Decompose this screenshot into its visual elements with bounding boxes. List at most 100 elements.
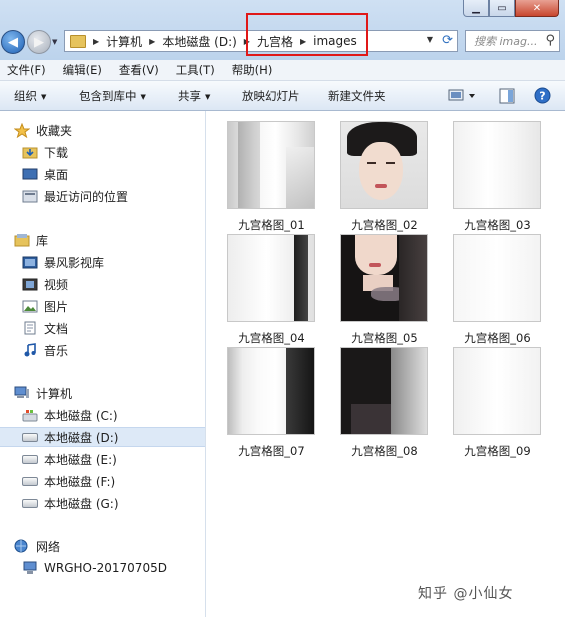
menu-help[interactable]: 帮助(H) — [232, 62, 273, 78]
image-thumbnail — [453, 234, 541, 322]
recent-places-icon — [22, 189, 38, 203]
svg-text:?: ? — [539, 90, 545, 103]
menu-edit[interactable]: 编辑(E) — [63, 62, 102, 78]
chevron-right-icon[interactable]: ▶ — [149, 37, 155, 46]
image-thumbnail — [340, 234, 428, 322]
search-input[interactable]: 搜索 imag... ⚲ — [465, 30, 560, 52]
image-thumbnail — [227, 121, 315, 209]
drive-icon — [22, 474, 38, 488]
sidebar-label: 本地磁盘 (G:) — [44, 496, 119, 511]
sidebar-label: 图片 — [44, 299, 69, 314]
search-icon[interactable]: ⚲ — [545, 33, 555, 48]
image-thumbnail — [453, 121, 541, 209]
sidebar-label: 视频 — [44, 277, 69, 292]
sidebar-item-desktop[interactable]: 桌面 — [22, 164, 227, 184]
minimize-button[interactable]: ▁ — [463, 0, 489, 17]
sidebar-label: 最近访问的位置 — [44, 189, 129, 204]
preview-pane-icon[interactable] — [499, 88, 515, 107]
title-bar: ▁ ▭ ✕ ◀ ▶ ▼ ▶ 计算机 ▶ 本地磁盘 (D:) ▶ 九宫格 ▶ im… — [0, 0, 565, 60]
breadcrumb-drive-d[interactable]: 本地磁盘 (D:) — [162, 31, 236, 51]
network-icon — [14, 539, 30, 553]
sidebar-item-music[interactable]: 音乐 — [22, 340, 227, 360]
library-icon — [14, 233, 30, 247]
sidebar-label: 下载 — [44, 145, 69, 160]
sidebar-label: 桌面 — [44, 167, 69, 182]
sidebar-item-recent[interactable]: 最近访问的位置 — [22, 186, 227, 206]
file-list-pane: 九宫格图_01 九宫格图_02 九宫格图_03 九宫格图_04 九宫格图_05 — [206, 111, 565, 617]
sidebar-item-favorites[interactable]: 收藏夹 — [14, 120, 219, 140]
drive-icon — [22, 430, 38, 444]
sidebar-item-drive-e[interactable]: 本地磁盘 (E:) — [22, 449, 227, 469]
sidebar-label: 暴风影视库 — [44, 255, 105, 270]
network-computer-icon — [22, 561, 38, 575]
sidebar-item-drive-f[interactable]: 本地磁盘 (F:) — [22, 471, 227, 491]
include-in-library-button[interactable]: 包含到库中 ▼ — [79, 88, 146, 104]
system-drive-icon — [22, 408, 38, 422]
sidebar-label: 本地磁盘 (E:) — [44, 452, 117, 467]
sidebar-item-libraries[interactable]: 库 — [14, 230, 219, 250]
sidebar-item-drive-g[interactable]: 本地磁盘 (G:) — [22, 493, 227, 513]
recent-pages-dropdown-icon[interactable]: ▼ — [52, 38, 57, 46]
sidebar-item-storm-library[interactable]: 暴风影视库 — [22, 252, 227, 272]
slideshow-button[interactable]: 放映幻灯片 — [242, 88, 300, 104]
sidebar-item-network[interactable]: 网络 — [14, 536, 219, 556]
red-highlight-box — [246, 13, 368, 56]
file-name: 九宫格图_06 — [464, 331, 531, 345]
menu-file[interactable]: 文件(F) — [7, 62, 46, 78]
drive-icon — [22, 496, 38, 510]
menu-view[interactable]: 查看(V) — [119, 62, 159, 78]
breadcrumb-computer[interactable]: 计算机 — [106, 31, 142, 51]
sidebar-item-computer[interactable]: 计算机 — [14, 383, 219, 403]
desktop-icon — [22, 167, 38, 181]
include-label: 包含到库中 — [79, 88, 137, 103]
menu-bar: 文件(F) 编辑(E) 查看(V) 工具(T) 帮助(H) — [0, 60, 565, 81]
sidebar-label: 音乐 — [44, 343, 69, 358]
media-library-icon — [22, 255, 38, 269]
file-name: 九宫格图_04 — [238, 331, 305, 345]
forward-button[interactable]: ▶ — [27, 30, 51, 54]
refresh-icon[interactable]: ⟳ — [442, 33, 453, 48]
music-note-icon — [22, 343, 38, 357]
window-controls: ▁ ▭ ✕ — [463, 0, 559, 18]
sidebar-item-host[interactable]: WRGHO-20170705D — [22, 558, 227, 578]
share-button[interactable]: 共享 ▼ — [178, 88, 210, 104]
sidebar-item-downloads[interactable]: 下载 — [22, 142, 227, 162]
image-thumbnail — [227, 234, 315, 322]
computer-icon — [14, 386, 30, 400]
image-thumbnail — [340, 121, 428, 209]
sidebar-item-pictures[interactable]: 图片 — [22, 296, 227, 316]
sidebar-item-drive-d[interactable]: 本地磁盘 (D:) — [0, 427, 205, 447]
sidebar-item-documents[interactable]: 文档 — [22, 318, 227, 338]
command-bar: 组织 ▼ 包含到库中 ▼ 共享 ▼ 放映幻灯片 新建文件夹 ? — [0, 81, 565, 111]
maximize-button[interactable]: ▭ — [489, 0, 515, 17]
sidebar-label: 本地磁盘 (F:) — [44, 474, 116, 489]
help-icon[interactable]: ? — [534, 87, 551, 107]
folder-icon — [70, 34, 86, 48]
file-name: 九宫格图_08 — [351, 444, 418, 458]
organize-button[interactable]: 组织 ▼ — [14, 88, 46, 104]
sidebar-label: 库 — [36, 233, 49, 248]
drive-icon — [22, 452, 38, 466]
sidebar-label: 本地磁盘 (D:) — [44, 430, 119, 445]
file-name: 九宫格图_03 — [464, 218, 531, 232]
view-options-icon[interactable] — [448, 88, 478, 105]
file-name: 九宫格图_02 — [351, 218, 418, 232]
pictures-icon — [22, 299, 38, 313]
close-button[interactable]: ✕ — [515, 0, 559, 17]
sidebar-item-videos[interactable]: 视频 — [22, 274, 227, 294]
menu-tools[interactable]: 工具(T) — [176, 62, 215, 78]
watermark-text: 知乎 @小仙女 — [418, 586, 514, 602]
file-name: 九宫格图_09 — [464, 444, 531, 458]
back-button[interactable]: ◀ — [1, 30, 25, 54]
chevron-right-icon[interactable]: ▶ — [93, 37, 99, 46]
file-name: 九宫格图_01 — [238, 218, 305, 232]
sidebar-item-drive-c[interactable]: 本地磁盘 (C:) — [22, 405, 227, 425]
sidebar-label: 收藏夹 — [36, 123, 73, 138]
address-dropdown-icon[interactable]: ▼ — [427, 35, 433, 44]
search-placeholder: 搜索 imag... — [474, 35, 538, 48]
organize-label: 组织 — [14, 88, 37, 103]
video-icon — [22, 277, 38, 291]
star-icon — [14, 122, 30, 138]
new-folder-button[interactable]: 新建文件夹 — [328, 88, 386, 104]
share-label: 共享 — [178, 88, 201, 103]
